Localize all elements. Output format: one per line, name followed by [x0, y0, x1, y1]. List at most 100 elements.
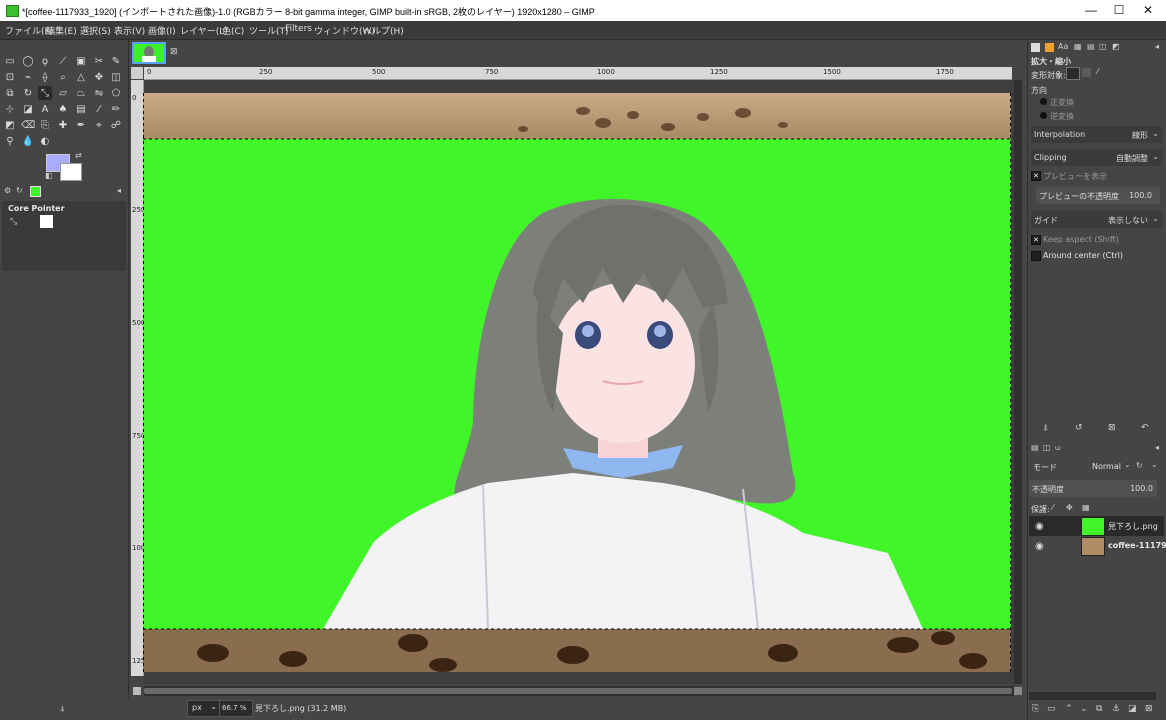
- mask-layer-icon[interactable]: ◪: [1128, 704, 1137, 714]
- convolve-icon[interactable]: ◐: [38, 134, 52, 148]
- crop-icon[interactable]: ⊡: [3, 70, 17, 84]
- delete-options-icon[interactable]: ⊠: [1108, 423, 1116, 433]
- handle-transform-icon[interactable]: ⊹: [3, 102, 17, 116]
- new-layer-group-icon[interactable]: ▭: [1047, 704, 1056, 714]
- mypaint-brush-icon[interactable]: ▤: [74, 102, 88, 116]
- zoom-icon[interactable]: ⌕: [56, 70, 70, 84]
- cage-icon[interactable]: ⬠: [109, 86, 123, 100]
- tool-options-tab-icon[interactable]: [1031, 43, 1040, 52]
- clipping-select[interactable]: Clipping 自動調整 ⌄: [1031, 149, 1162, 166]
- lock-position-icon[interactable]: ✥: [1066, 503, 1073, 512]
- paths-tab-icon[interactable]: ⟒: [1055, 443, 1061, 453]
- keep-aspect-checkbox[interactable]: ✕: [1031, 235, 1041, 245]
- device-tab-icon[interactable]: ◩: [1112, 42, 1120, 51]
- dock-menu-icon[interactable]: ◂: [1155, 42, 1159, 51]
- lock-alpha-icon[interactable]: ▦: [1082, 503, 1090, 512]
- close-image-tab-icon[interactable]: ⊠: [170, 47, 178, 57]
- airbrush-icon[interactable]: ⁄: [92, 102, 106, 116]
- blend-icon[interactable]: ◩: [3, 118, 17, 132]
- layer-row[interactable]: ◉ 見下ろし.png: [1029, 516, 1164, 536]
- chevron-down-icon[interactable]: ⌄: [1151, 460, 1158, 469]
- images-tab-icon[interactable]: ◫: [1099, 42, 1107, 51]
- scissors-icon[interactable]: ✂: [92, 54, 106, 68]
- tool-options-tab-icon[interactable]: ⚙: [4, 186, 11, 195]
- layers-scrollbar[interactable]: [1029, 692, 1156, 700]
- zoom-select[interactable]: 66.7 %: [219, 700, 253, 717]
- menu-layer[interactable]: レイヤー(L): [180, 24, 228, 37]
- toolbox-bottom-icon[interactable]: ⍋: [60, 704, 65, 714]
- ellipse-select-icon[interactable]: ◯: [21, 54, 35, 68]
- transform-selection-button[interactable]: [1082, 68, 1091, 77]
- ink-icon[interactable]: ✒: [74, 118, 88, 132]
- delete-layer-icon[interactable]: ⊠: [1145, 704, 1153, 714]
- clone-icon[interactable]: ⎘: [38, 118, 52, 132]
- new-layer-icon[interactable]: ⎘: [1032, 704, 1039, 714]
- vertical-scrollbar[interactable]: [1014, 80, 1022, 684]
- show-preview-checkbox[interactable]: ✕: [1031, 171, 1041, 181]
- left-dock-handle-icon[interactable]: ⋮: [128, 372, 136, 381]
- patterns-tab-icon[interactable]: ▦: [1074, 42, 1082, 51]
- color-picker-icon[interactable]: ⟠: [38, 70, 52, 84]
- navigate-corner-icon[interactable]: [1014, 687, 1022, 695]
- eraser-icon[interactable]: ⌫: [21, 118, 35, 132]
- perspective-icon[interactable]: ⏢: [74, 86, 88, 100]
- eye-icon[interactable]: ◉: [1035, 541, 1044, 552]
- text-icon[interactable]: A: [38, 102, 52, 116]
- layer-opacity-slider[interactable]: 不透明度 100.0: [1029, 480, 1157, 497]
- horizontal-scrollbar-thumb[interactable]: [144, 688, 1012, 694]
- perspective-clone-icon[interactable]: ⌖: [92, 118, 106, 132]
- minimize-button[interactable]: —: [1076, 0, 1106, 21]
- guides-select[interactable]: ガイド 表示しない ⌄: [1031, 211, 1162, 228]
- chevron-down-icon[interactable]: ⌄: [1124, 460, 1131, 469]
- menu-select[interactable]: 選択(S): [80, 24, 111, 37]
- direction-forward-radio[interactable]: [1040, 98, 1047, 105]
- warp-icon[interactable]: ⌁: [21, 70, 35, 84]
- anchor-layer-icon[interactable]: ⚓: [1112, 704, 1120, 714]
- paths-icon[interactable]: ✎: [109, 54, 123, 68]
- channels-tab-icon[interactable]: ◫: [1043, 443, 1051, 452]
- pencil-icon[interactable]: ✏: [109, 102, 123, 116]
- fuzzy-select-icon[interactable]: ⟋: [56, 54, 70, 68]
- menu-view[interactable]: 表示(V): [114, 24, 145, 37]
- duplicate-layer-icon[interactable]: ⧉: [1096, 704, 1102, 714]
- menu-edit[interactable]: 編集(E): [46, 24, 77, 37]
- lock-pixels-icon[interactable]: ⁄: [1052, 503, 1053, 512]
- lower-layer-icon[interactable]: ⌄: [1080, 704, 1088, 714]
- heal-icon[interactable]: ✚: [56, 118, 70, 132]
- foreground-select-icon[interactable]: ▣: [74, 54, 88, 68]
- mode-reset-icon[interactable]: ↻: [1136, 461, 1143, 470]
- paintbrush-icon[interactable]: ♠: [56, 102, 70, 116]
- swap-colors-icon[interactable]: ⇄: [75, 151, 82, 160]
- transform-path-button[interactable]: ⁄: [1097, 67, 1098, 76]
- device-status-tab-icon[interactable]: ↻: [16, 186, 23, 195]
- layers-dock-menu-icon[interactable]: ◂: [1155, 443, 1159, 452]
- menu-image[interactable]: 画像(I): [148, 24, 176, 37]
- bucket-fill-icon[interactable]: ◪: [21, 102, 35, 116]
- shear-icon[interactable]: ▱: [56, 86, 70, 100]
- smudge-icon[interactable]: ☍: [109, 118, 123, 132]
- move-icon[interactable]: ✥: [92, 70, 106, 84]
- preview-opacity-slider[interactable]: プレビューの不透明度 100.0: [1036, 187, 1160, 204]
- dodge-burn-icon[interactable]: ⚲: [3, 134, 17, 148]
- image-canvas[interactable]: [143, 93, 1011, 672]
- image-tab-thumbnail[interactable]: [132, 42, 166, 64]
- layers-tab-icon[interactable]: ▤: [1031, 443, 1039, 452]
- close-button[interactable]: ✕: [1133, 0, 1163, 21]
- horizontal-scrollbar[interactable]: [144, 686, 1014, 696]
- background-color-swatch[interactable]: [60, 163, 82, 181]
- rotate-icon[interactable]: ↻: [21, 86, 35, 100]
- unified-transform-icon[interactable]: ⧉: [3, 86, 17, 100]
- gradients-tab-icon[interactable]: ▤: [1087, 42, 1095, 51]
- mode-value[interactable]: Normal: [1092, 462, 1121, 471]
- transform-layer-button[interactable]: [1066, 67, 1080, 80]
- flip-icon[interactable]: ⇋: [92, 86, 106, 100]
- fonts-tab-icon[interactable]: Aa: [1058, 42, 1068, 51]
- interpolation-select[interactable]: Interpolation 線形 ⌄: [1031, 126, 1162, 143]
- image-tab-icon[interactable]: [30, 186, 41, 197]
- eye-icon[interactable]: ◉: [1035, 521, 1044, 532]
- menu-filters[interactable]: Filters: [285, 24, 312, 34]
- brushes-tab-icon[interactable]: [1045, 43, 1054, 52]
- quick-mask-toggle[interactable]: [133, 687, 141, 695]
- direction-backward-radio[interactable]: [1040, 112, 1047, 119]
- measure-icon[interactable]: △: [74, 70, 88, 84]
